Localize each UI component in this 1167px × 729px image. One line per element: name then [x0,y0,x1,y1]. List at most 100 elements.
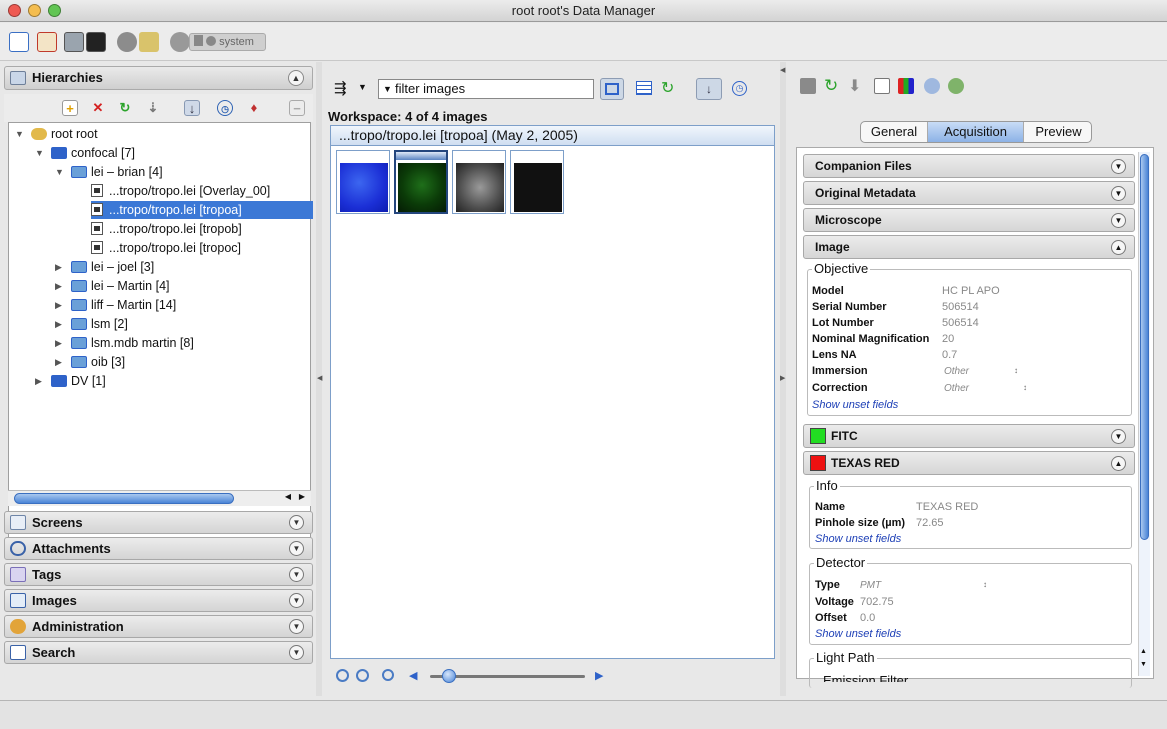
filter-dropdown-icon[interactable]: ▼ [383,80,392,98]
thumbnail-view-button[interactable] [600,78,624,100]
collapsed-arrow-icon[interactable]: ▶ [55,353,65,371]
scroll-thumb[interactable] [1140,154,1149,540]
tree-node-root[interactable]: ▼ root root [13,125,98,143]
scroll-down-icon[interactable]: ▼ [1140,661,1147,668]
expanded-arrow-icon[interactable]: ▼ [15,125,25,143]
correction-select[interactable]: Other [944,383,969,394]
collapse-up-icon[interactable]: ▲ [1111,240,1126,255]
tree-node-dataset[interactable]: ▶ lei – Martin [4] [53,277,170,295]
tree-node-dataset[interactable]: ▶ liff – Martin [14] [53,296,176,314]
field-value[interactable]: 72.65 [916,517,944,529]
expand-down-icon[interactable]: ▼ [1111,429,1126,444]
scroll-up-icon[interactable]: ▲ [1140,648,1147,655]
select-arrows-icon[interactable]: ↕ [983,580,987,589]
administration-header[interactable]: Administration ▼ [4,615,313,638]
field-value[interactable]: 20 [942,333,954,345]
list-view-icon[interactable] [636,81,652,95]
expand-down-icon[interactable]: ▼ [1111,213,1126,228]
field-value[interactable]: 0.7 [942,349,957,361]
right-splitter[interactable]: ◀ ▶ [780,62,786,696]
tree-node-lei-brian[interactable]: ▼ lei – brian [4] [53,163,163,181]
expanded-arrow-icon[interactable]: ▼ [35,144,45,162]
expand-down-icon[interactable]: ▼ [289,541,304,556]
tree-node-image[interactable]: ...tropo/tropo.lei [tropoc] [91,239,241,257]
tree-horizontal-scrollbar[interactable]: ◀ ▶ [8,490,311,506]
delete-icon[interactable]: ✕ [90,100,106,116]
time-filter-icon[interactable]: ◷ [732,81,747,96]
scroll-right-icon[interactable]: ▶ [299,492,305,501]
download-icon[interactable]: ⬇ [848,76,861,96]
image-thumbnail[interactable] [510,150,564,214]
analysis-icon[interactable] [924,78,940,94]
expand-down-icon[interactable]: ▼ [289,515,304,530]
scroll-thumb[interactable] [14,493,234,504]
scroll-left-icon[interactable]: ◀ [285,492,291,501]
collapsed-arrow-icon[interactable]: ▶ [35,372,45,390]
publish-icon[interactable] [948,78,964,94]
detector-type-select[interactable]: PMT [860,580,881,591]
save-icon[interactable] [800,78,816,94]
system-button[interactable]: system [189,33,266,51]
original-metadata-header[interactable]: Original Metadata ▼ [803,181,1135,205]
group-icon[interactable] [170,32,190,52]
minimize-window-button[interactable] [28,4,41,17]
new-container-icon[interactable]: + [62,100,78,116]
tree-node-image-selected[interactable]: ...tropo/tropo.lei [tropoa] [91,201,313,219]
images-header[interactable]: Images ▼ [4,589,313,612]
show-unset-fields-link[interactable]: Show unset fields [815,628,901,640]
microscope-header[interactable]: Microscope ▼ [803,208,1135,232]
hierarchies-header[interactable]: Hierarchies ▲ [4,66,313,90]
refresh-icon[interactable]: ↻ [117,100,133,116]
show-unset-fields-link[interactable]: Show unset fields [812,399,898,411]
tags-header[interactable]: Tags ▼ [4,563,313,586]
group-header[interactable]: ...tropo/tropo.lei [tropoa] (May 2, 2005… [331,126,774,146]
expand-down-icon[interactable]: ▼ [289,567,304,582]
tree-node-image[interactable]: ...tropo/tropo.lei [tropob] [91,220,242,238]
tree-node-confocal[interactable]: ▼ confocal [7] [33,144,135,162]
zoom-out-icon[interactable] [336,669,349,682]
expand-down-icon[interactable]: ▼ [289,593,304,608]
collapsed-arrow-icon[interactable]: ▶ [55,296,65,314]
left-splitter[interactable]: ◀ [316,62,322,696]
tree-node-dataset[interactable]: ▶ lei – joel [3] [53,258,154,276]
search-people-icon[interactable] [117,32,137,52]
attachments-header[interactable]: Attachments ▼ [4,537,313,560]
tab-preview[interactable]: Preview [1024,122,1091,142]
search-header[interactable]: Search ▼ [4,641,313,664]
image-section-header[interactable]: Image ▲ [803,235,1135,259]
sort-az-icon[interactable]: ↓ [184,100,200,116]
tree-node-dataset[interactable]: ▶ lsm [2] [53,315,128,333]
channels-icon[interactable] [898,78,914,94]
splitter-left-icon[interactable]: ◀ [780,66,785,74]
image-thumbnail[interactable] [336,150,390,214]
editor-icon[interactable] [37,32,57,52]
tab-acquisition[interactable]: Acquisition [928,122,1024,142]
splitter-left-icon[interactable]: ◀ [317,374,322,382]
collapsed-arrow-icon[interactable]: ▶ [55,277,65,295]
tag-edit-icon[interactable] [139,32,159,52]
collapsed-arrow-icon[interactable]: ▶ [55,334,65,352]
tree-node-dataset[interactable]: ▶ oib [3] [53,353,125,371]
collapse-up-icon[interactable]: ▲ [1111,456,1126,471]
companion-files-header[interactable]: Companion Files ▼ [803,154,1135,178]
sort-az-button[interactable]: ↓ [696,78,722,100]
field-value[interactable]: 702.75 [860,596,894,608]
collapsed-arrow-icon[interactable]: ▶ [55,315,65,333]
screen-view-icon[interactable] [64,32,84,52]
metadata-vertical-scrollbar[interactable]: ▲ ▼ [1138,152,1150,676]
next-icon[interactable]: ▶ [595,669,603,682]
time-filter-icon[interactable]: ◷ [217,100,233,116]
fitc-channel-header[interactable]: FITC ▼ [803,424,1135,448]
image-thumbnail[interactable] [452,150,506,214]
collapsed-arrow-icon[interactable]: ▶ [55,258,65,276]
tree-node-project[interactable]: ▶ DV [1] [33,372,106,390]
filter-images-field[interactable]: ▼ filter images [378,79,594,99]
show-unset-fields-link[interactable]: Show unset fields [815,533,901,545]
collapse-all-icon[interactable]: − [289,100,305,116]
zoom-window-button[interactable] [48,4,61,17]
previous-icon[interactable]: ◀ [409,669,417,682]
field-value[interactable]: 0.0 [860,612,875,624]
tree-node-dataset[interactable]: ▶ lsm.mdb martin [8] [53,334,194,352]
viewer-icon[interactable] [86,32,106,52]
field-value[interactable]: HC PL APO [942,285,1000,297]
